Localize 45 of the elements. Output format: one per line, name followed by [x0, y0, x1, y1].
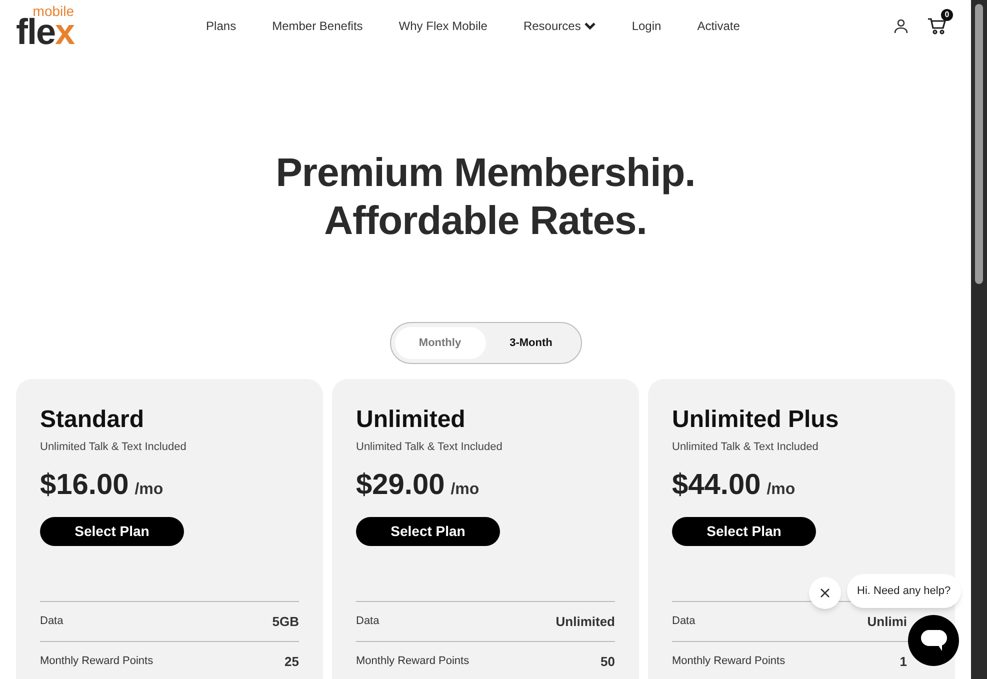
- feature-label: Monthly Reward Points: [672, 654, 786, 670]
- feature-label: Monthly Reward Points: [40, 654, 154, 670]
- chat-bubble: Hi. Need any help?: [847, 574, 961, 608]
- chat-icon: [920, 630, 946, 652]
- feature-value: 50: [600, 652, 615, 671]
- headline: Premium Membership.: [276, 150, 696, 197]
- price-unit: /mo: [450, 480, 480, 500]
- feature-label: Data: [356, 614, 380, 630]
- user-icon[interactable]: [893, 18, 909, 34]
- close-icon: [820, 588, 830, 598]
- plan-subtitle: Unlimited Talk & Text Included: [40, 440, 186, 455]
- feature-value: 5GB: [272, 612, 299, 631]
- feature-value: Unlimi: [867, 612, 907, 631]
- billing-tab[interactable]: 3-Month: [486, 327, 576, 359]
- billing-tab[interactable]: Monthly: [394, 327, 486, 359]
- plan-price: $29.00: [356, 468, 445, 502]
- plan-price: $16.00: [40, 468, 129, 502]
- logo[interactable]: mobile flex: [16, 2, 74, 50]
- nav-link[interactable]: Activate: [697, 16, 740, 34]
- plan-name: Standard: [40, 405, 144, 435]
- plan-name: Unlimited: [356, 405, 466, 435]
- feature-label: Monthly Reward Points: [356, 654, 470, 670]
- cart-count-badge: 0: [941, 8, 953, 20]
- plan-subtitle: Unlimited Talk & Text Included: [356, 440, 502, 455]
- price-unit: /mo: [766, 480, 796, 500]
- headline: Affordable Rates.: [324, 198, 647, 245]
- feature-label: Data: [672, 614, 696, 630]
- plan-name: Unlimited Plus: [672, 405, 839, 435]
- feature-value: Unlimited: [556, 612, 615, 631]
- cart-icon[interactable]: [927, 16, 947, 34]
- select-plan-button[interactable]: Select Plan: [356, 517, 500, 546]
- select-plan-button[interactable]: Select Plan: [40, 517, 184, 546]
- price-unit: /mo: [134, 480, 164, 500]
- scrollbar[interactable]: [971, 0, 987, 679]
- nav-link[interactable]: Why Flex Mobile: [398, 16, 488, 34]
- nav-link[interactable]: Resources: [523, 16, 596, 34]
- feature-label: Data: [40, 614, 64, 630]
- feature-value: 1: [900, 652, 907, 671]
- nav-link[interactable]: Member Benefits: [272, 16, 363, 34]
- nav-link[interactable]: Login: [632, 16, 662, 34]
- feature-value: 25: [284, 652, 299, 671]
- plan-price: $44.00: [672, 468, 761, 502]
- plan-subtitle: Unlimited Talk & Text Included: [672, 440, 818, 455]
- nav-link[interactable]: Plans: [206, 16, 236, 34]
- select-plan-button[interactable]: Select Plan: [672, 517, 816, 546]
